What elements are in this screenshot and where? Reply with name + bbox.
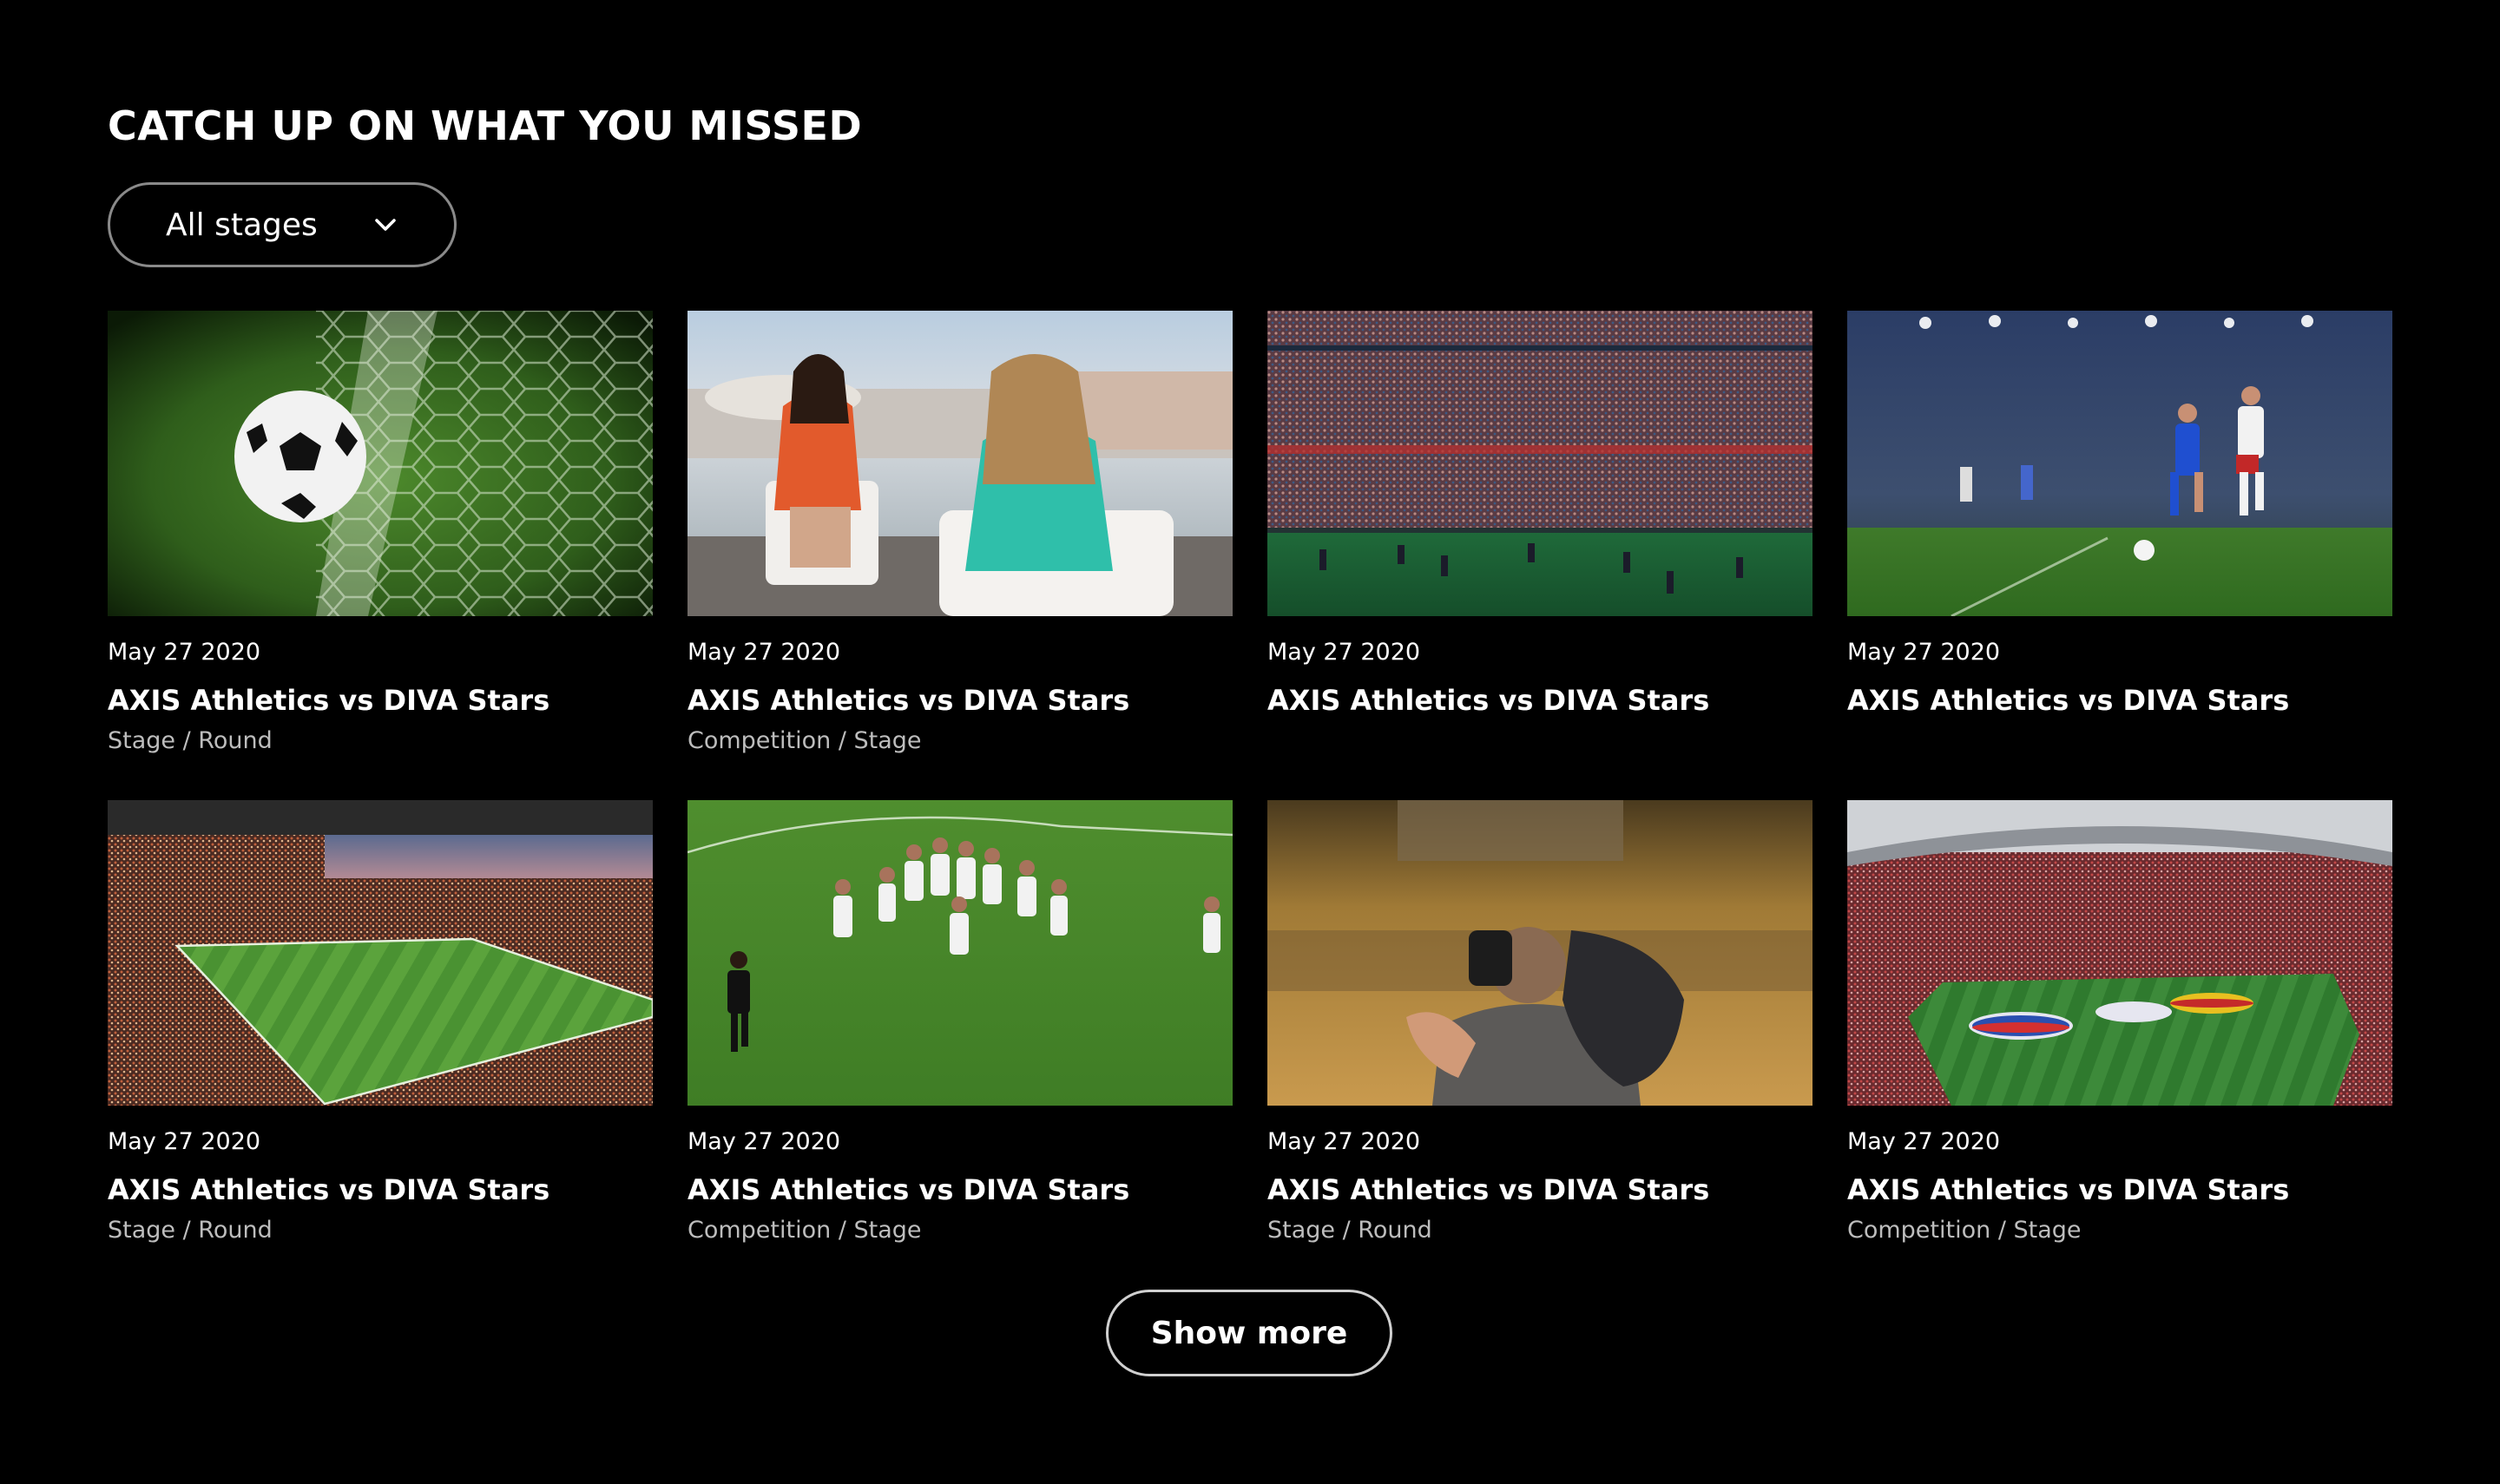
video-card[interactable]: May 27 2020 AXIS Athletics vs DIVA Stars… xyxy=(108,800,653,1290)
show-more-button[interactable]: Show more xyxy=(1106,1290,1392,1376)
video-title[interactable]: AXIS Athletics vs DIVA Stars xyxy=(108,684,653,719)
video-date: May 27 2020 xyxy=(108,639,261,666)
video-title[interactable]: AXIS Athletics vs DIVA Stars xyxy=(688,684,1233,719)
video-thumbnail[interactable] xyxy=(108,800,653,1106)
video-card[interactable]: May 27 2020 AXIS Athletics vs DIVA Stars xyxy=(1267,311,1812,800)
video-thumbnail[interactable] xyxy=(108,311,653,616)
video-subtitle xyxy=(1847,727,2392,757)
video-subtitle: Stage / Round xyxy=(108,727,273,754)
video-title[interactable]: AXIS Athletics vs DIVA Stars xyxy=(1847,684,2392,719)
stage-filter-value: All stages xyxy=(166,207,318,243)
video-card[interactable]: May 27 2020 AXIS Athletics vs DIVA Stars… xyxy=(1267,800,1812,1290)
video-thumbnail[interactable] xyxy=(688,311,1233,616)
video-title[interactable]: AXIS Athletics vs DIVA Stars xyxy=(1267,684,1812,719)
stage-filter-dropdown[interactable]: All stages xyxy=(108,182,457,267)
video-subtitle: Stage / Round xyxy=(108,1217,273,1244)
video-thumbnail[interactable] xyxy=(1267,311,1812,616)
video-date: May 27 2020 xyxy=(688,639,841,666)
video-card[interactable]: May 27 2020 AXIS Athletics vs DIVA Stars… xyxy=(688,311,1233,800)
video-thumbnail[interactable] xyxy=(1847,311,2392,616)
video-date: May 27 2020 xyxy=(1847,639,2001,666)
video-date: May 27 2020 xyxy=(1847,1128,2001,1155)
video-title[interactable]: AXIS Athletics vs DIVA Stars xyxy=(1267,1173,1812,1208)
video-date: May 27 2020 xyxy=(688,1128,841,1155)
video-thumbnail[interactable] xyxy=(688,800,1233,1106)
video-thumbnail[interactable] xyxy=(1847,800,2392,1106)
video-subtitle: Competition / Stage xyxy=(688,1217,922,1244)
video-card[interactable]: May 27 2020 AXIS Athletics vs DIVA Stars xyxy=(1847,311,2392,800)
chevron-down-icon xyxy=(372,216,398,233)
video-thumbnail[interactable] xyxy=(1267,800,1812,1106)
video-subtitle: Stage / Round xyxy=(1267,1217,1432,1244)
video-card[interactable]: May 27 2020 AXIS Athletics vs DIVA Stars… xyxy=(108,311,653,800)
video-date: May 27 2020 xyxy=(1267,1128,1421,1155)
video-date: May 27 2020 xyxy=(1267,639,1421,666)
video-card[interactable]: May 27 2020 AXIS Athletics vs DIVA Stars… xyxy=(688,800,1233,1290)
video-title[interactable]: AXIS Athletics vs DIVA Stars xyxy=(1847,1173,2392,1208)
video-title[interactable]: AXIS Athletics vs DIVA Stars xyxy=(688,1173,1233,1208)
video-subtitle: Competition / Stage xyxy=(688,727,922,754)
video-title[interactable]: AXIS Athletics vs DIVA Stars xyxy=(108,1173,653,1208)
section-title: CATCH UP ON WHAT YOU MISSED xyxy=(108,102,863,149)
video-date: May 27 2020 xyxy=(108,1128,261,1155)
video-subtitle xyxy=(1267,727,1812,757)
video-subtitle: Competition / Stage xyxy=(1847,1217,2082,1244)
video-card[interactable]: May 27 2020 AXIS Athletics vs DIVA Stars… xyxy=(1847,800,2392,1290)
video-grid: May 27 2020 AXIS Athletics vs DIVA Stars… xyxy=(108,311,2392,1290)
